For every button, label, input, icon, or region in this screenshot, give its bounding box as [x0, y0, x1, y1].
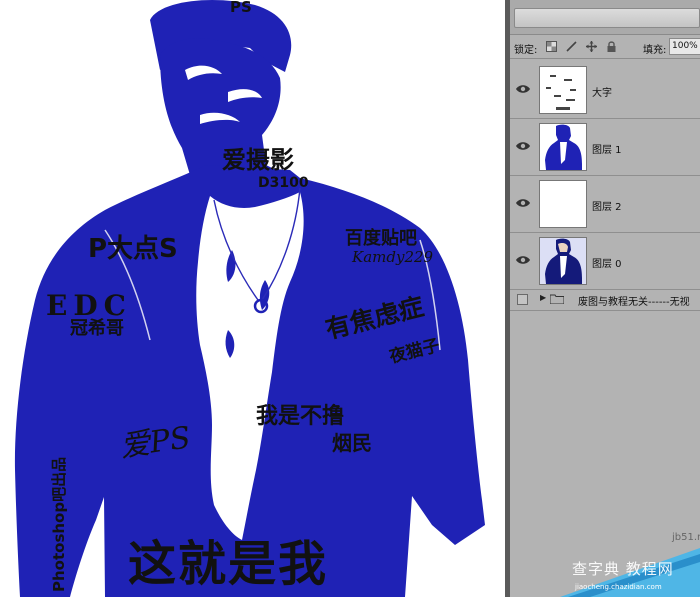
visibility-eye-icon[interactable]	[516, 198, 530, 208]
visibility-eye-icon[interactable]	[516, 255, 530, 265]
watermark: jb51.net 查字典 教程网 jiaocheng.chazidian.com	[540, 528, 700, 597]
blend-mode-select[interactable]	[514, 8, 700, 28]
layer-thumbnail	[539, 237, 587, 285]
lock-transparency-icon[interactable]	[546, 41, 557, 52]
lock-paint-brush-icon[interactable]	[566, 41, 577, 52]
text-ai-sheying: 爱摄影	[222, 146, 294, 174]
layer-row-tuceng-0[interactable]: 图层 0	[510, 233, 700, 290]
group-name: 废图与教程无关------无视	[578, 297, 690, 308]
text-wo-shi-bu-lu: 我是不撸	[256, 404, 345, 429]
watermark-title: 查字典 教程网	[572, 560, 674, 578]
expand-arrow-icon[interactable]: ▶	[540, 293, 546, 302]
lock-move-icon[interactable]	[586, 41, 597, 52]
document-canvas[interactable]: PS 爱摄影 D3100 P大点S 百度贴吧 Kamdy229 EDC 冠希哥 …	[0, 0, 505, 597]
text-kamdy: Kamdy229	[352, 248, 434, 266]
fill-label: 填充:	[643, 45, 667, 56]
layer-group-row[interactable]: ▶ 废图与教程无关------无视	[510, 288, 700, 311]
folder-icon	[550, 294, 564, 304]
text-guanxige: 冠希哥	[70, 318, 124, 339]
group-visibility-toggle[interactable]	[517, 294, 528, 305]
text-baidu-tieba: 百度贴吧	[345, 228, 417, 249]
layer-row-tuceng-2[interactable]: 图层 2	[510, 176, 700, 233]
visibility-eye-icon[interactable]	[516, 141, 530, 151]
fill-input[interactable]: 100%	[669, 38, 700, 55]
text-d3100: D3100	[258, 175, 309, 191]
text-yan-min: 烟民	[332, 431, 372, 455]
layer-thumbnail	[539, 66, 587, 114]
layer-row-tuceng-1[interactable]: 图层 1	[510, 119, 700, 176]
text-photoshop-ba: Photoshop吧出品	[50, 456, 68, 592]
watermark-url: jb51.net	[672, 532, 700, 543]
layer-name: 图层 0	[592, 259, 622, 270]
layer-name: 大字	[592, 88, 612, 99]
layer-thumbnail	[539, 180, 587, 228]
layer-row-dazi[interactable]: 大字	[510, 62, 700, 119]
text-edc: EDC	[46, 289, 132, 322]
watermark-domain: jiaocheng.chazidian.com	[575, 583, 662, 591]
text-p-dadian-s: P大点S	[88, 234, 178, 264]
layer-name: 图层 1	[592, 145, 622, 156]
layers-panel: 锁定: 填充: 100% 大字 图层 1 图层 2 图层 0 ▶ 废图与教程无关…	[510, 0, 700, 597]
layer-name: 图层 2	[592, 202, 622, 213]
layer-thumbnail	[539, 123, 587, 171]
panel-top-bar	[510, 0, 700, 35]
lock-label: 锁定:	[514, 45, 538, 56]
text-zhe-jiu-shi-wo: 这就是我	[128, 536, 329, 592]
lock-all-icon[interactable]	[606, 41, 617, 52]
visibility-eye-icon[interactable]	[516, 84, 530, 94]
lock-row: 锁定: 填充: 100%	[510, 36, 700, 59]
text-ps: PS	[230, 0, 252, 16]
